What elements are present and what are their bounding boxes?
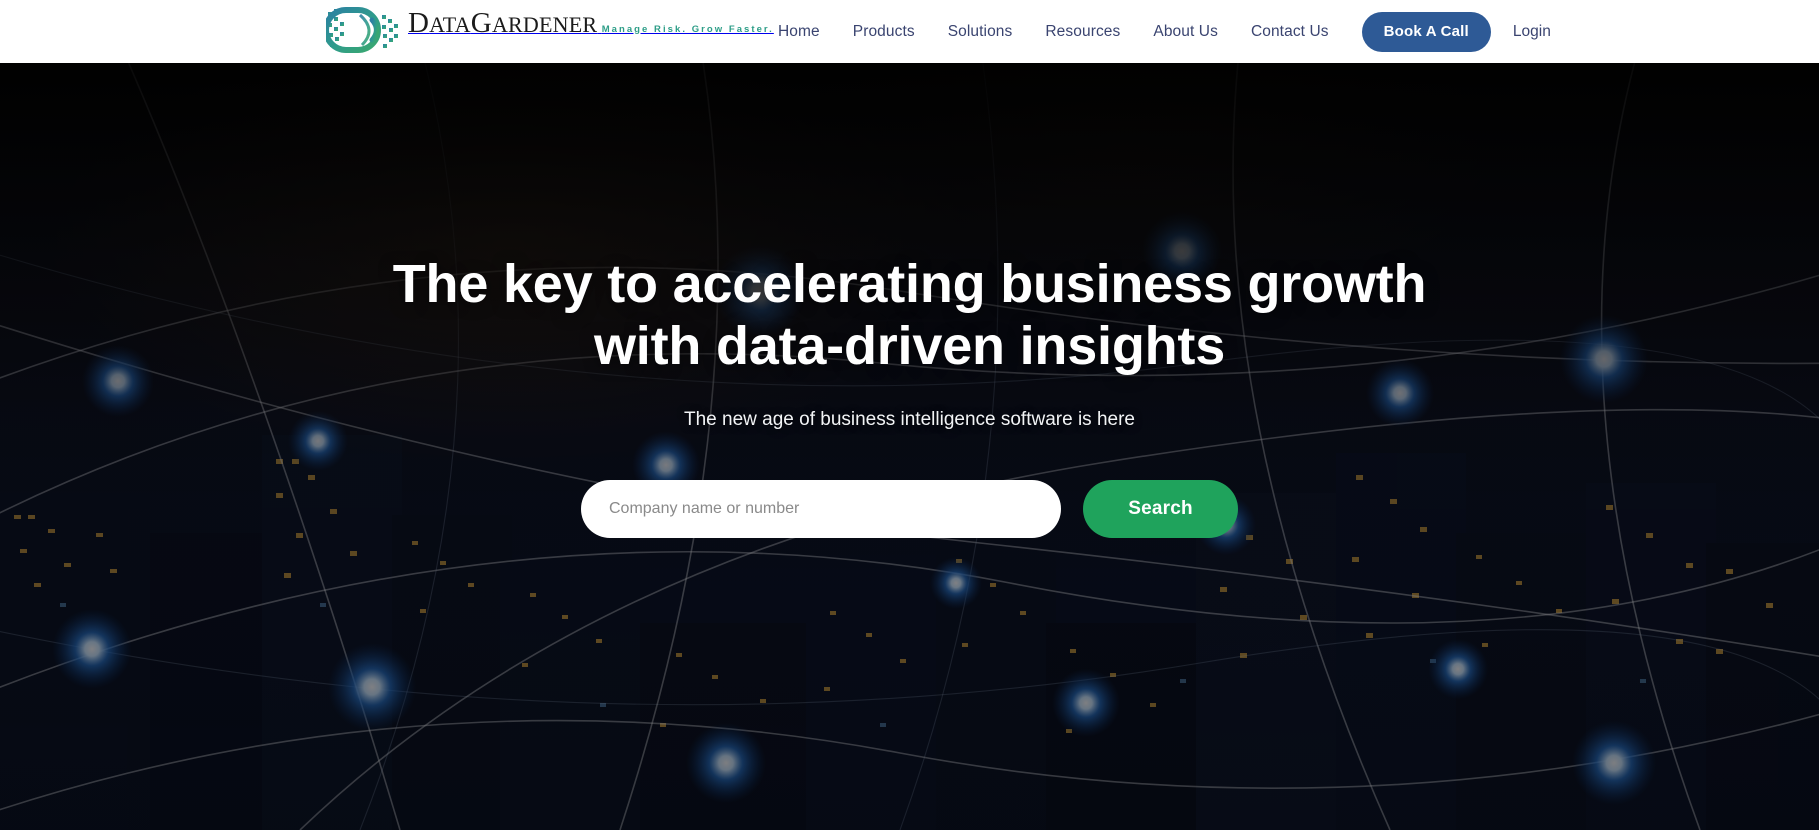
hero-content: The key to accelerating business growth … xyxy=(0,63,1819,830)
page-root: DATAGARDENER Manage Risk. Grow Faster. H… xyxy=(0,0,1819,830)
site-logo[interactable]: DATAGARDENER Manage Risk. Grow Faster. xyxy=(323,6,774,56)
nav-item-solutions[interactable]: Solutions xyxy=(948,23,1013,41)
hero-section: The key to accelerating business growth … xyxy=(0,63,1819,830)
nav-item-products[interactable]: Products xyxy=(853,23,915,41)
hero-subheadline: The new age of business intelligence sof… xyxy=(684,409,1135,431)
logo-wordmark: DATAGARDENER Manage Risk. Grow Faster. xyxy=(408,6,774,38)
logo-tagline: Manage Risk. Grow Faster. xyxy=(601,24,774,35)
company-search-input[interactable] xyxy=(581,480,1061,539)
logo-title: DATAGARDENER xyxy=(408,7,598,39)
nav-item-about-us[interactable]: About Us xyxy=(1153,23,1218,41)
hero-search-bar: Search xyxy=(581,480,1238,539)
main-navigation: Home Products Solutions Resources About … xyxy=(778,0,1551,63)
hero-headline: The key to accelerating business growth … xyxy=(392,254,1427,377)
book-a-call-button[interactable]: Book A Call xyxy=(1361,11,1491,52)
login-link[interactable]: Login xyxy=(1513,23,1551,41)
nav-item-home[interactable]: Home xyxy=(778,23,820,41)
nav-item-contact-us[interactable]: Contact Us xyxy=(1251,23,1329,41)
site-header: DATAGARDENER Manage Risk. Grow Faster. H… xyxy=(0,0,1819,63)
nav-item-resources[interactable]: Resources xyxy=(1045,23,1120,41)
datagardener-logo-icon xyxy=(323,6,404,54)
search-button[interactable]: Search xyxy=(1083,480,1238,539)
